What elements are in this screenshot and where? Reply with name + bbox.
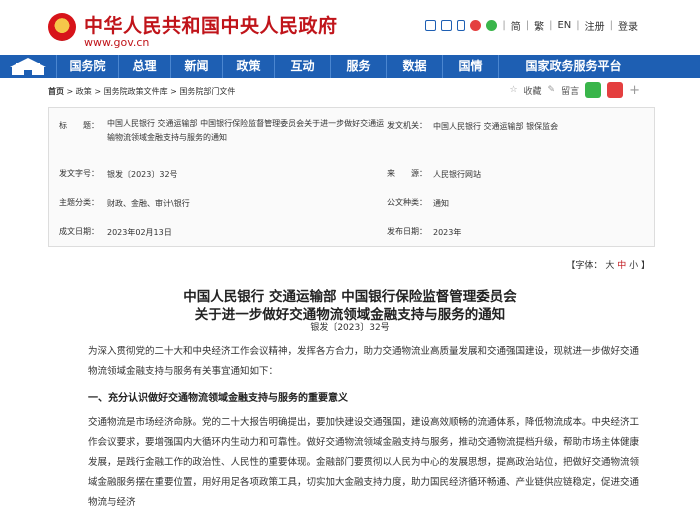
meta-docno-label: 发文字号： [59, 169, 99, 178]
meta-issuer-label: 发文机关： [387, 121, 427, 130]
link-traditional[interactable]: 繁 [534, 18, 544, 33]
meta-docno-value: 银发〔2023〕32号 [107, 170, 178, 179]
meta-title-value: 中国人民银行 交通运输部 中国银行保险监督管理委员会关于进一步做好交通运输物流领… [107, 119, 385, 142]
meta-written-label: 成文日期： [59, 227, 99, 236]
font-size-small[interactable]: 小 [629, 261, 638, 271]
document-title-line1: 中国人民银行 交通运输部 中国银行保险监督管理委员会 [183, 289, 517, 305]
main-nav: 国务院 总理 新闻 政策 互动 服务 数据 国情 国家政务服务平台 [0, 55, 700, 78]
document-metadata-table: 标 题： 中国人民银行 交通运输部 中国银行保险监督管理委员会关于进一步做好交通… [48, 107, 655, 247]
meta-published-label: 发布日期： [387, 227, 427, 236]
link-login[interactable]: 登录 [618, 18, 638, 33]
news-icon[interactable] [441, 20, 453, 31]
star-icon[interactable]: ☆ [509, 85, 517, 95]
link-register[interactable]: 注册 [585, 18, 605, 33]
site-url: www.gov.cn [84, 36, 150, 49]
nav-policy[interactable]: 政策 [222, 55, 274, 78]
link-simplified[interactable]: 简 [511, 18, 521, 33]
nav-premier[interactable]: 总理 [118, 55, 170, 78]
crumb-policy[interactable]: 政策 [76, 87, 92, 96]
breadcrumb: 首页 > 政策 > 国务院政策文件库 > 国务院部门文件 [48, 87, 236, 96]
meta-title-label: 标 题： [59, 121, 99, 130]
crumb-home[interactable]: 首页 [48, 87, 64, 96]
meta-source-label: 来 源： [387, 169, 427, 178]
crumb-dept-docs[interactable]: 国务院部门文件 [179, 87, 235, 96]
wechat-share-icon[interactable] [585, 82, 602, 98]
document-body-paragraph: 交通物流是市场经济命脉。党的二十大报告明确提出，要加快建设交通强国，建设高效顺畅… [88, 417, 640, 508]
document-intro: 为深入贯彻党的二十大和中央经济工作会议精神，发挥各方合力，助力交通物流业高质量发… [88, 346, 640, 377]
mobile-icon[interactable] [457, 20, 466, 31]
more-share-button[interactable]: + [629, 83, 640, 98]
comment-icon[interactable]: ✎ [548, 85, 556, 95]
meta-type-value: 通知 [433, 199, 449, 208]
font-size-large[interactable]: 大 [605, 261, 614, 271]
meta-topic-label: 主题分类： [59, 198, 99, 207]
site-title[interactable]: 中华人民共和国中央人民政府 [84, 11, 338, 38]
meta-published-value: 2023年 [433, 228, 462, 237]
top-links: | 简 | 繁 | EN | 注册 | 登录 [425, 18, 638, 33]
comment-button[interactable]: 留言 [561, 84, 579, 97]
link-english[interactable]: EN [557, 20, 571, 31]
site-header: 中华人民共和国中央人民政府 www.gov.cn | 简 | 繁 | EN | … [0, 0, 700, 55]
nav-state-council[interactable]: 国务院 [56, 55, 118, 78]
section-heading-1: 一、充分认识做好交通物流领域金融支持与服务的重要意义 [88, 393, 348, 404]
meta-issuer-value: 中国人民银行 交通运输部 银保监会 [433, 122, 559, 131]
page-actions: ☆ 收藏 ✎ 留言 + [509, 82, 640, 98]
meta-topic-value: 财政、金融、审计\银行 [107, 199, 190, 208]
nav-gov-service-platform[interactable]: 国家政务服务平台 [498, 55, 648, 78]
favorite-button[interactable]: 收藏 [524, 84, 542, 97]
nav-service[interactable]: 服务 [330, 55, 386, 78]
weibo-icon[interactable] [470, 20, 482, 31]
font-size-medium[interactable]: 中 [617, 261, 626, 271]
weibo-share-icon[interactable] [607, 82, 624, 98]
meta-written-value: 2023年02月13日 [107, 228, 172, 237]
wechat-icon[interactable] [486, 20, 498, 31]
national-emblem-icon[interactable] [48, 13, 76, 41]
font-size-switcher: 【字体： 大 中 小 】 [566, 261, 650, 271]
meta-type-label: 公文种类： [387, 198, 427, 207]
nav-interaction[interactable]: 互动 [274, 55, 330, 78]
document-number: 银发〔2023〕32号 [310, 323, 390, 333]
mail-icon[interactable] [425, 20, 437, 31]
meta-source-value: 人民银行网站 [433, 170, 481, 179]
nav-national-conditions[interactable]: 国情 [442, 55, 498, 78]
crumb-policy-library[interactable]: 国务院政策文件库 [104, 87, 168, 96]
nav-news[interactable]: 新闻 [170, 55, 222, 78]
home-tiananmen-icon[interactable] [0, 55, 56, 78]
nav-data[interactable]: 数据 [386, 55, 442, 78]
